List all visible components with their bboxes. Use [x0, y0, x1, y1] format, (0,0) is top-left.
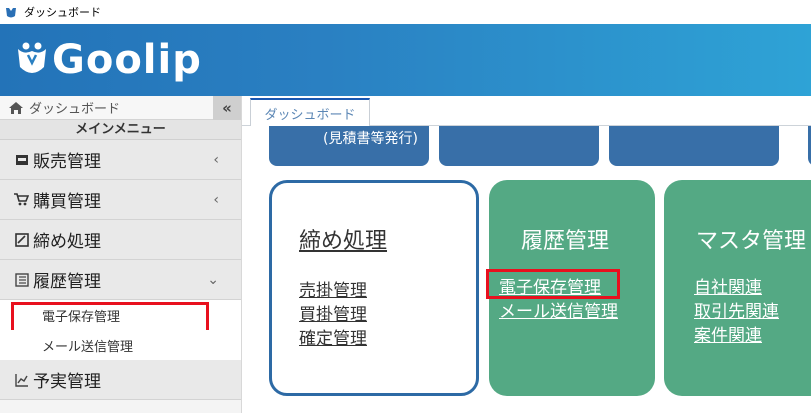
quote-issue-label: (見積書等発行)	[323, 131, 418, 147]
app-header: Goolip	[0, 24, 811, 96]
sidebar-item-history[interactable]: 履歴管理 ⌄	[0, 260, 241, 300]
main-menu-header: メインメニュー	[0, 120, 241, 140]
quote-issue-button[interactable]: (見積書等発行)	[269, 126, 429, 166]
chart-icon	[14, 372, 29, 387]
dashboard-tile-button[interactable]	[609, 126, 779, 166]
chevron-down-icon: ⌄	[207, 272, 219, 288]
sidebar-item-budget[interactable]: 予実管理	[0, 360, 241, 400]
closing-card-links: 売掛管理 買掛管理 確定管理	[299, 279, 367, 351]
dashboard-content: (見積書等発行) 締め処理 売掛管理 買掛管理 確定管理 履歴管理 電子保存管理…	[242, 126, 811, 413]
chevron-left-icon: ‹	[213, 192, 219, 208]
sidebar-top: ダッシュボード «	[0, 96, 241, 120]
project-link[interactable]: 案件関連	[694, 324, 779, 348]
home-icon	[9, 101, 23, 114]
sidebar-subitem-label: 電子保存管理	[42, 309, 121, 325]
tab-bar: ダッシュボード	[242, 96, 811, 126]
tab-dashboard[interactable]: ダッシュボード	[250, 98, 370, 126]
sidebar-item-label: 購買管理	[33, 192, 101, 212]
sidebar: ダッシュボード « メインメニュー 販売管理 ‹ 購買管理 ‹ 締め処理 履歴管…	[0, 96, 242, 413]
tulip-logo-icon	[18, 42, 46, 73]
closing-card-title[interactable]: 締め処理	[299, 223, 387, 255]
mail-log-link[interactable]: メール送信管理	[499, 300, 618, 324]
sidebar-home-link[interactable]: ダッシュボード	[0, 98, 120, 117]
sidebar-item-sales[interactable]: 販売管理 ‹	[0, 140, 241, 180]
master-card-links: 自社関連 取引先関連 案件関連	[694, 276, 779, 348]
e-storage-highlight	[486, 269, 620, 299]
logo-text: Goolip	[52, 37, 202, 83]
accounts-payable-link[interactable]: 買掛管理	[299, 303, 367, 327]
closing-card: 締め処理 売掛管理 買掛管理 確定管理	[269, 180, 479, 396]
sidebar-subitem-label: メール送信管理	[42, 339, 134, 355]
dashboard-tile-button[interactable]	[439, 126, 599, 166]
accounts-receivable-link[interactable]: 売掛管理	[299, 279, 367, 303]
sidebar-item-label: 履歴管理	[33, 272, 101, 292]
company-link[interactable]: 自社関連	[694, 276, 779, 300]
client-link[interactable]: 取引先関連	[694, 300, 779, 324]
sidebar-item-purchasing[interactable]: 購買管理 ‹	[0, 180, 241, 220]
sidebar-home-label: ダッシュボード	[29, 102, 121, 117]
history-card-title: 履歴管理	[521, 229, 610, 254]
sidebar-subitem-e-storage[interactable]: 電子保存管理	[0, 300, 241, 336]
goolip-logo[interactable]: Goolip	[14, 37, 202, 83]
chevron-left-icon: ‹	[213, 152, 219, 168]
confirmation-link[interactable]: 確定管理	[299, 327, 367, 351]
sidebar-subitem-mail-log[interactable]: メール送信管理	[0, 330, 241, 360]
window-title: ダッシュボード	[24, 6, 101, 19]
history-icon	[14, 272, 29, 287]
sidebar-item-closing[interactable]: 締め処理	[0, 220, 241, 260]
sidebar-item-label: 販売管理	[33, 152, 101, 172]
sidebar-collapse-button[interactable]: «	[213, 96, 241, 120]
sidebar-item-label: 予実管理	[33, 372, 101, 392]
cart-icon	[14, 192, 29, 207]
checkbox-icon	[14, 232, 29, 247]
store-icon	[14, 152, 29, 167]
app-logo-icon	[6, 8, 16, 18]
window-titlebar: ダッシュボード	[0, 0, 811, 24]
master-card-title: マスタ管理	[696, 229, 807, 254]
master-card: マスタ管理 自社関連 取引先関連 案件関連	[664, 180, 811, 396]
sidebar-item-label: 締め処理	[33, 232, 101, 252]
